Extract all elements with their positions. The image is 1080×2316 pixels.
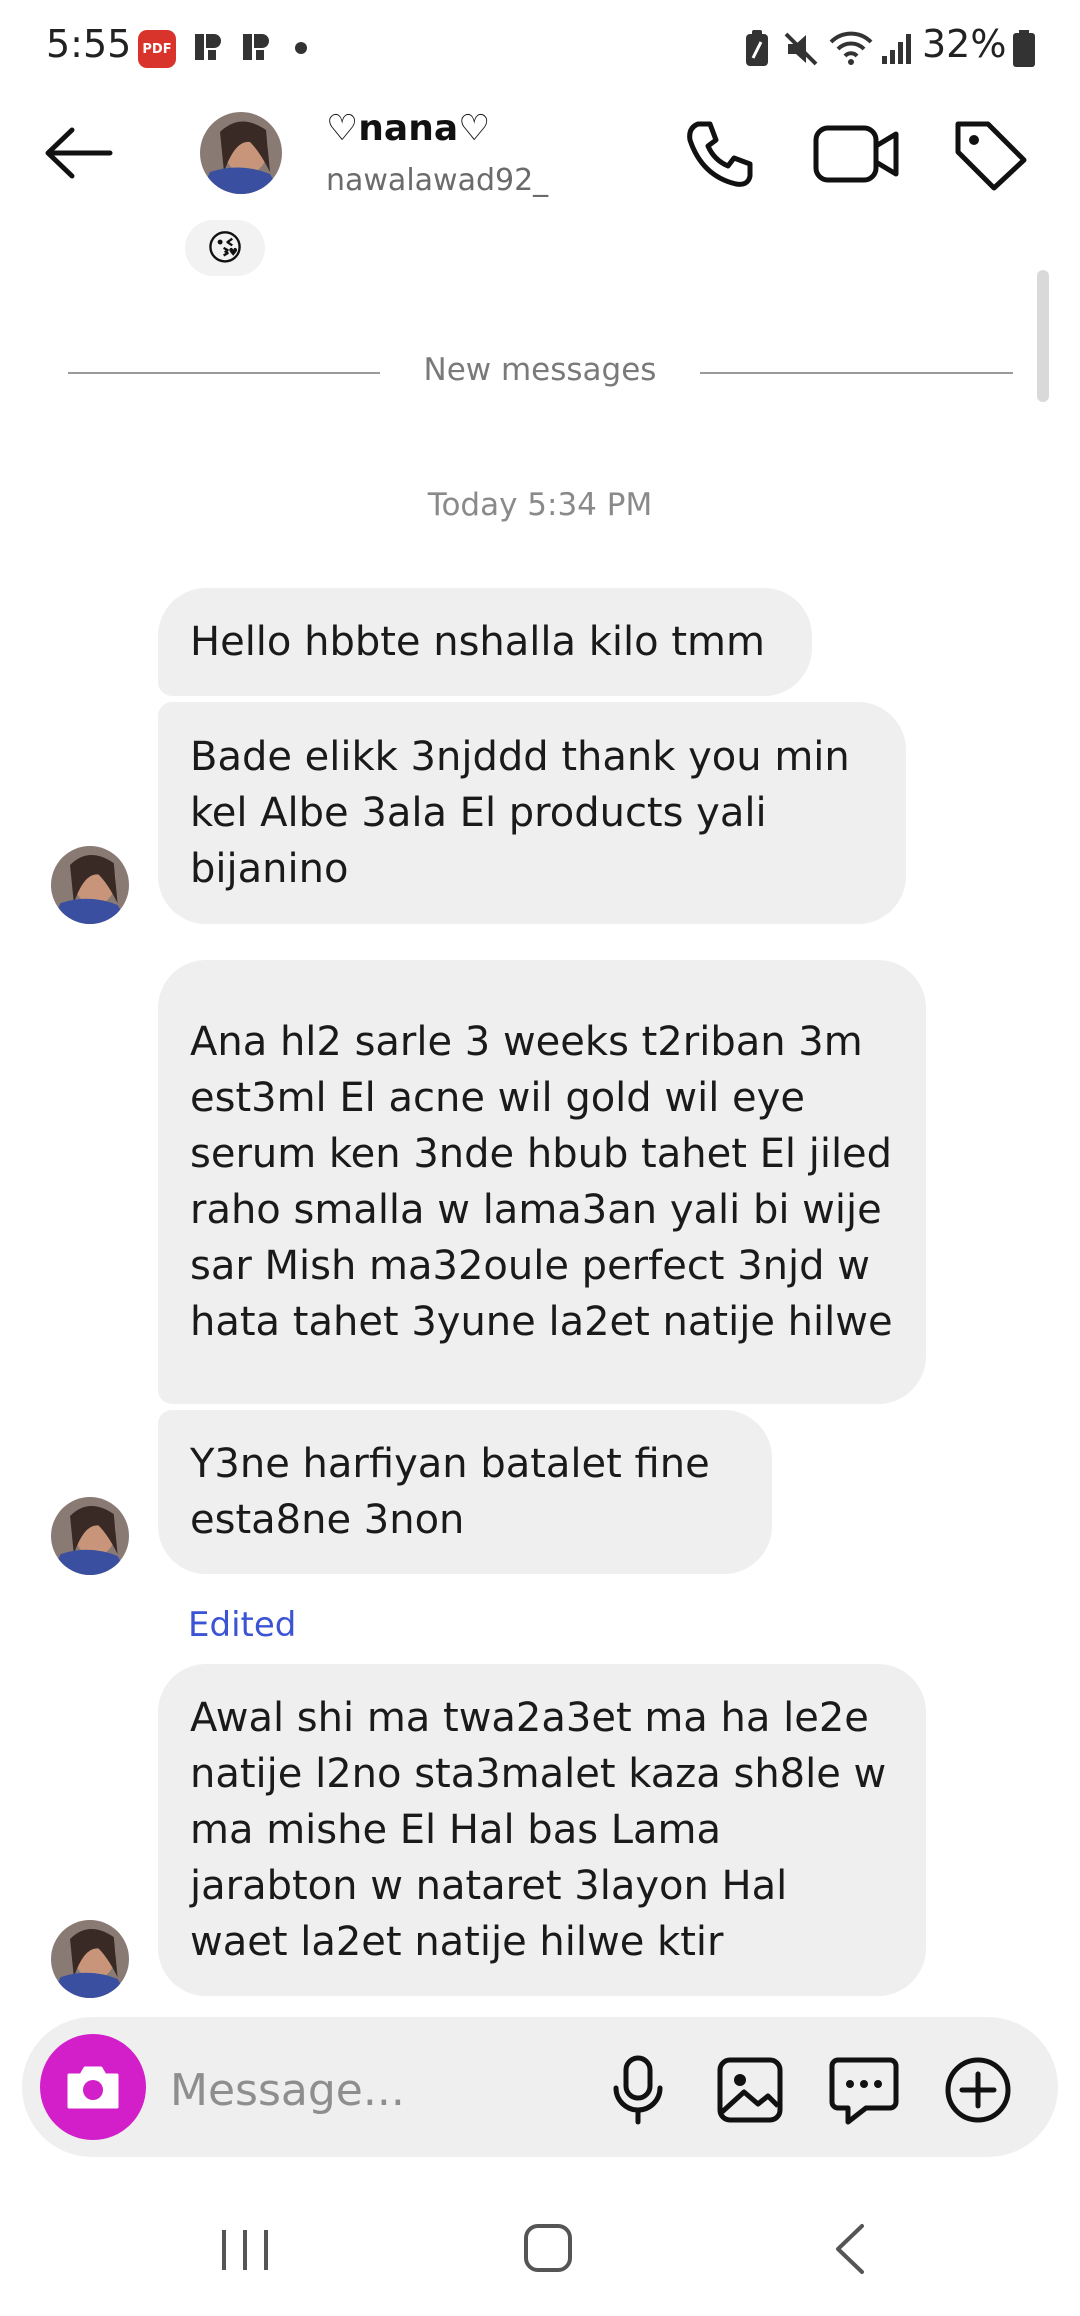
battery-icon	[1013, 30, 1035, 67]
dot-icon	[295, 42, 307, 54]
new-messages-label: New messages	[423, 352, 657, 388]
message-bubble[interactable]: Ana hl2 sarle 3 weeks t2riban 3m est3ml …	[158, 960, 926, 1404]
message-input[interactable]	[170, 2062, 570, 2118]
back-arrow-icon[interactable]	[40, 118, 120, 188]
status-time: 5:55	[46, 22, 132, 66]
message-text: Y3ne harfiyan batalet fine esta8ne 3non	[190, 1441, 710, 1543]
app-r-icon	[195, 34, 221, 60]
plus-icon[interactable]	[940, 2052, 1016, 2128]
camera-icon	[67, 2066, 119, 2109]
app-r-icon	[243, 34, 269, 60]
battery-percent: 32%	[922, 22, 1007, 66]
phone-icon[interactable]	[680, 116, 760, 192]
message-bubble[interactable]: Y3ne harfiyan batalet fine esta8ne 3non	[158, 1410, 772, 1574]
avatar[interactable]	[51, 1497, 129, 1575]
chat-header	[0, 96, 1080, 226]
message-bubble[interactable]: Bade elikk 3njddd thank you min kel Albe…	[158, 702, 906, 924]
camera-button[interactable]	[40, 2034, 146, 2140]
recents-icon[interactable]	[210, 2220, 280, 2280]
video-camera-icon[interactable]	[812, 116, 902, 192]
message-bubble[interactable]: Awal shi ma twa2a3et ma ha le2e natije l…	[158, 1664, 926, 1996]
display-name[interactable]: ♡nana♡	[326, 108, 490, 149]
message-text: Awal shi ma twa2a3et ma ha le2e natije l…	[190, 1695, 887, 1965]
message-text: Ana hl2 sarle 3 weeks t2riban 3m est3ml …	[190, 1019, 893, 1345]
edited-label[interactable]: Edited	[188, 1605, 296, 1645]
home-icon[interactable]	[518, 2218, 578, 2278]
avatar[interactable]	[200, 112, 282, 194]
pdf-icon: PDF	[138, 30, 176, 68]
scrollbar[interactable]	[1037, 270, 1049, 402]
message-bubble[interactable]: Hello hbbte nshalla kilo tmm	[158, 588, 812, 696]
wifi-icon	[829, 31, 873, 65]
gallery-icon[interactable]	[712, 2052, 788, 2128]
nav-back-icon[interactable]	[820, 2216, 880, 2282]
tag-icon[interactable]	[950, 116, 1030, 192]
nfc-icon	[746, 30, 768, 66]
divider	[68, 372, 380, 374]
divider	[700, 372, 1013, 374]
message-text: Hello hbbte nshalla kilo tmm	[190, 619, 765, 665]
username[interactable]: nawalawad92_	[326, 163, 548, 198]
signal-icon	[882, 34, 911, 64]
timestamp: Today 5:34 PM	[427, 487, 653, 523]
avatar[interactable]	[51, 1920, 129, 1998]
sticker-icon[interactable]	[826, 2052, 902, 2128]
reaction-emoji[interactable]: 😘	[185, 220, 265, 276]
mute-icon	[784, 32, 818, 66]
microphone-icon[interactable]	[600, 2052, 676, 2128]
avatar[interactable]	[51, 846, 129, 924]
message-text: Bade elikk 3njddd thank you min kel Albe…	[190, 734, 850, 892]
